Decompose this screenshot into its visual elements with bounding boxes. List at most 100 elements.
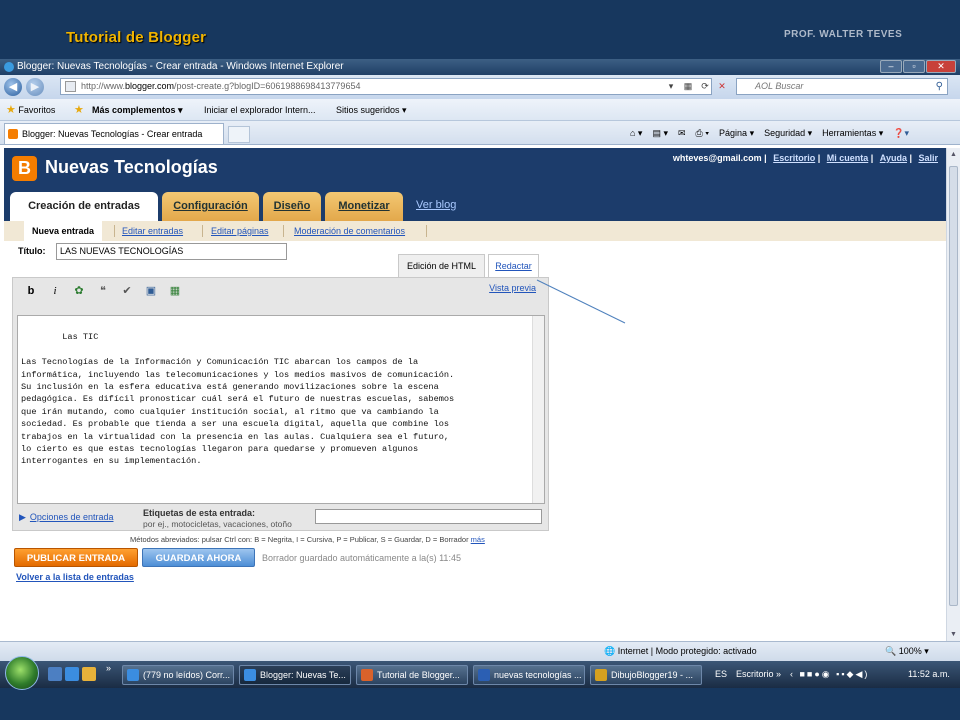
dropdown-icon[interactable]: ▾: [664, 79, 678, 93]
image-icon[interactable]: ▣: [143, 283, 159, 299]
dashboard-link[interactable]: Escritorio: [773, 153, 815, 163]
add-favorite-icon[interactable]: ★: [74, 99, 84, 121]
post-options-link[interactable]: ▶ Opciones de entrada: [19, 512, 113, 523]
post-body-textarea[interactable]: Las TIC Las Tecnologías de la Informació…: [17, 315, 545, 504]
spellcheck-icon[interactable]: ✔: [119, 283, 135, 299]
taskbar-item-blogger[interactable]: Blogger: Nuevas Te...: [239, 665, 351, 685]
scroll-down-icon[interactable]: ▼: [950, 631, 957, 638]
home-icon[interactable]: ⌂ ▾: [630, 121, 642, 145]
address-prefix: http://www.: [81, 81, 126, 91]
taskbar: » (779 no leídos) Corr... Blogger: Nueva…: [0, 656, 960, 690]
blogger-favicon-icon: [8, 129, 18, 139]
post-options-row: ▶ Opciones de entrada Etiquetas de esta e…: [13, 507, 548, 531]
tab-compose[interactable]: Redactar: [488, 254, 539, 277]
slide-author: PROF. WALTER TEVES: [784, 29, 903, 40]
start-explorer-link[interactable]: Iniciar el explorador Intern...: [204, 99, 316, 121]
tab-monetize[interactable]: Monetizar: [325, 192, 403, 221]
save-now-button[interactable]: GUARDAR AHORA: [142, 548, 255, 567]
back-arrow-icon[interactable]: ◀: [4, 78, 22, 96]
tools-menu[interactable]: Herramientas ▾: [822, 121, 883, 145]
subtab-edit-posts[interactable]: Editar entradas: [122, 221, 183, 241]
tab-posting[interactable]: Creación de entradas: [10, 192, 158, 222]
video-icon[interactable]: ▦: [167, 283, 183, 299]
search-icon[interactable]: ⚲: [936, 79, 943, 94]
address-row: ◀ ▶ http://www.blogger.com/post-create.g…: [0, 75, 960, 99]
compat-view-icon[interactable]: ▦: [681, 79, 695, 93]
tab-edit-html[interactable]: Edición de HTML: [398, 254, 485, 277]
page-icon: [65, 81, 76, 92]
italic-icon[interactable]: i: [47, 283, 63, 299]
address-bar[interactable]: http://www.blogger.com/post-create.g?blo…: [60, 78, 712, 95]
forward-arrow-icon[interactable]: ▶: [26, 78, 44, 96]
suggested-sites-link[interactable]: Sitios sugeridos ▾: [336, 99, 407, 121]
divider: [114, 225, 115, 237]
status-bar: 🌐 Internet | Modo protegido: activado 🔍 …: [0, 641, 960, 661]
taskbar-clock[interactable]: 11:52 a.m.: [908, 661, 950, 688]
stop-icon[interactable]: ✕: [715, 79, 729, 93]
tags-input[interactable]: [315, 509, 542, 524]
tab-design[interactable]: Diseño: [263, 192, 321, 221]
address-buttons: ▾ ▦ ⟳ ✕: [664, 79, 729, 93]
search-input[interactable]: AOL Buscar ⚲: [736, 78, 948, 95]
desktop-toolbar[interactable]: Escritorio »: [736, 661, 781, 688]
shortcuts-more-link[interactable]: más: [471, 535, 485, 544]
tab-settings[interactable]: Configuración: [162, 192, 259, 221]
security-menu[interactable]: Seguridad ▾: [764, 121, 812, 145]
signout-link[interactable]: Salir: [918, 153, 938, 163]
scroll-up-icon[interactable]: ▲: [950, 151, 957, 158]
close-window-button[interactable]: ✕: [926, 60, 956, 73]
link-icon[interactable]: ✿: [71, 283, 87, 299]
preview-link[interactable]: Vista previa: [489, 283, 536, 293]
scroll-thumb[interactable]: [949, 166, 958, 606]
mail-icon[interactable]: ✉: [678, 121, 686, 145]
publish-button[interactable]: PUBLICAR ENTRADA: [14, 548, 138, 567]
help-link[interactable]: Ayuda: [880, 153, 907, 163]
page-menu[interactable]: Página ▾: [719, 121, 754, 145]
shortcuts-hint: Métodos abreviados: pulsar Ctrl con: B =…: [130, 535, 485, 544]
zoom-level[interactable]: 🔍 100% ▾: [885, 642, 929, 661]
feeds-icon[interactable]: ▤ ▾: [652, 121, 668, 145]
favorites-button[interactable]: ★ Favoritos: [6, 99, 55, 121]
textarea-scrollbar[interactable]: [532, 316, 544, 503]
window-title: Blogger: Nuevas Tecnologías - Crear entr…: [17, 61, 344, 72]
more-quicklaunch-icon[interactable]: »: [106, 663, 111, 673]
language-indicator[interactable]: ES: [715, 661, 727, 688]
show-desktop-icon[interactable]: [48, 667, 62, 681]
more-addons-link[interactable]: Más complementos ▾: [92, 99, 183, 121]
back-to-posts-link[interactable]: Volver a la lista de entradas: [16, 572, 134, 582]
slide-title: Tutorial de Blogger: [66, 29, 207, 46]
user-links: whteves@gmail.com | Escritorio | Mi cuen…: [672, 153, 938, 163]
taskbar-item-mail[interactable]: (779 no leídos) Corr...: [122, 665, 234, 685]
help-icon[interactable]: ❓▾: [893, 121, 909, 145]
taskbar-item-paint[interactable]: DibujoBlogger19 - ...: [590, 665, 702, 685]
autosave-status: Borrador guardado automáticamente a la(s…: [262, 553, 461, 563]
tags-label: Etiquetas de esta entrada:: [143, 508, 256, 518]
page-scrollbar[interactable]: ▲ ▼: [946, 148, 960, 641]
browser-tab[interactable]: Blogger: Nuevas Tecnologías - Crear entr…: [4, 123, 224, 144]
view-blog-link[interactable]: Ver blog: [416, 199, 456, 211]
address-path: /post-create.g?blogID=606198869841377965…: [174, 81, 361, 91]
maximize-button[interactable]: ▫: [903, 60, 925, 73]
print-icon[interactable]: ⎙ ▾: [696, 121, 709, 145]
ie-quicklaunch-icon[interactable]: [65, 667, 79, 681]
tray-icons[interactable]: ‹ ■■●◉ ▪▪◆◀): [790, 661, 869, 688]
taskbar-item-powerpoint[interactable]: Tutorial de Blogger...: [356, 665, 468, 685]
blogger-logo-icon[interactable]: B: [12, 156, 37, 181]
title-input[interactable]: LAS NUEVAS TECNOLOGÍAS: [56, 243, 287, 260]
taskbar-item-word[interactable]: nuevas tecnologías ...: [473, 665, 585, 685]
quote-icon[interactable]: ❝: [95, 283, 111, 299]
security-zone[interactable]: 🌐 Internet | Modo protegido: activado: [604, 642, 757, 661]
subtab-moderation[interactable]: Moderación de comentarios: [294, 221, 405, 241]
subtab-edit-pages[interactable]: Editar páginas: [211, 221, 269, 241]
start-button[interactable]: [5, 656, 39, 690]
refresh-icon[interactable]: ⟳: [698, 79, 712, 93]
browser-window: Blogger: Nuevas Tecnologías - Crear entr…: [0, 59, 960, 661]
subtab-new-post[interactable]: Nueva entrada: [24, 221, 103, 241]
new-tab-button[interactable]: [228, 126, 250, 143]
minimize-button[interactable]: –: [880, 60, 902, 73]
media-quicklaunch-icon[interactable]: [82, 667, 96, 681]
sub-tabs: Nueva entrada Editar entradas Editar pág…: [4, 221, 946, 241]
bold-icon[interactable]: b: [23, 283, 39, 299]
star-icon: ★: [6, 104, 16, 116]
account-link[interactable]: Mi cuenta: [827, 153, 869, 163]
